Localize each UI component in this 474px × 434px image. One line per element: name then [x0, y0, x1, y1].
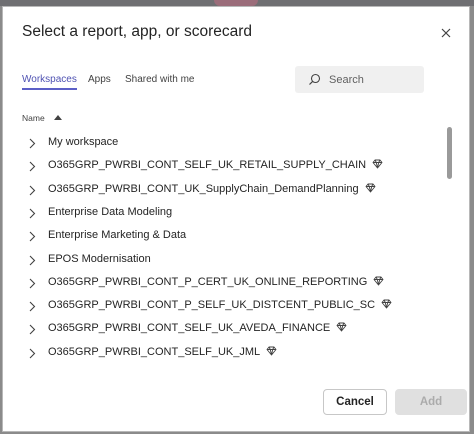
workspace-row[interactable]: O365GRP_PWRBI_CONT_P_SELF_UK_DISTCENT_PU… — [3, 295, 443, 318]
workspace-row-label: O365GRP_PWRBI_CONT_SELF_UK_AVEDA_FINANCE — [48, 322, 347, 334]
workspace-name: O365GRP_PWRBI_CONT_P_CERT_UK_ONLINE_REPO… — [48, 275, 368, 288]
chevron-right-icon[interactable] — [28, 185, 36, 196]
chevron-right-icon[interactable] — [28, 161, 36, 172]
workspace-name: Enterprise Marketing & Data — [48, 229, 187, 242]
workspace-row-label: O365GRP_PWRBI_CONT_P_SELF_UK_DISTCENT_PU… — [48, 299, 392, 311]
workspace-row-label: O365GRP_PWRBI_CONT_UK_SupplyChain_Demand… — [48, 183, 376, 195]
premium-diamond-icon — [372, 159, 383, 169]
workspace-name: O365GRP_PWRBI_CONT_P_SELF_UK_DISTCENT_PU… — [48, 299, 376, 312]
workspace-row-label: Enterprise Data Modeling — [48, 206, 172, 218]
workspace-name: O365GRP_PWRBI_CONT_UK_SupplyChain_Demand… — [48, 182, 359, 195]
chevron-right-icon[interactable] — [28, 255, 36, 266]
select-content-dialog: Select a report, app, or scorecard Works… — [2, 6, 470, 432]
workspace-name: O365GRP_PWRBI_CONT_SELF_UK_RETAIL_SUPPLY… — [48, 159, 367, 172]
name-column-header[interactable]: Name — [22, 113, 63, 123]
workspace-row-label: O365GRP_PWRBI_CONT_SELF_UK_JML — [48, 346, 277, 358]
chevron-right-icon[interactable] — [28, 231, 36, 242]
dialog-title: Select a report, app, or scorecard — [22, 23, 253, 40]
close-icon — [441, 28, 451, 38]
tab-workspaces[interactable]: Workspaces — [22, 74, 77, 90]
chevron-right-icon[interactable] — [28, 278, 36, 289]
workspace-row[interactable]: EPOS Modernisation — [3, 249, 443, 272]
workspace-row[interactable]: Enterprise Marketing & Data — [3, 225, 443, 248]
workspace-row[interactable]: O365GRP_PWRBI_CONT_SELF_UK_JML — [3, 342, 443, 365]
sort-ascending-icon — [54, 115, 63, 120]
workspace-row[interactable]: O365GRP_PWRBI_CONT_SELF_UK_AVEDA_FINANCE — [3, 318, 443, 341]
workspace-row[interactable]: O365GRP_PWRBI_CONT_SELF_UK_RETAIL_SUPPLY… — [3, 155, 443, 178]
search-box[interactable] — [295, 66, 424, 93]
search-input[interactable] — [329, 70, 419, 89]
chevron-right-icon[interactable] — [28, 301, 36, 312]
tab-shared-with-me[interactable]: Shared with me — [125, 74, 194, 85]
workspace-list: My workspace O365GRP_PWRBI_CONT_SELF_UK_R… — [3, 125, 443, 365]
workspace-name: O365GRP_PWRBI_CONT_SELF_UK_JML — [48, 345, 261, 358]
premium-diamond-icon — [365, 183, 376, 193]
chevron-right-icon[interactable] — [28, 208, 36, 219]
workspace-name: My workspace — [48, 136, 119, 148]
chevron-right-icon[interactable] — [28, 348, 36, 359]
chevron-right-icon[interactable] — [28, 324, 36, 335]
add-button[interactable]: Add — [395, 389, 467, 415]
workspace-row-label: My workspace — [48, 136, 118, 148]
workspace-row-label: Enterprise Marketing & Data — [48, 229, 186, 241]
tab-apps[interactable]: Apps — [88, 74, 111, 85]
workspace-row[interactable]: O365GRP_PWRBI_CONT_P_CERT_UK_ONLINE_REPO… — [3, 272, 443, 295]
list-scrollbar[interactable] — [447, 127, 452, 365]
chevron-right-icon[interactable] — [28, 138, 36, 149]
search-icon — [309, 73, 321, 85]
cancel-button[interactable]: Cancel — [323, 389, 387, 415]
workspace-row[interactable]: My workspace — [3, 132, 443, 155]
workspace-row-label: O365GRP_PWRBI_CONT_SELF_UK_RETAIL_SUPPLY… — [48, 159, 383, 171]
workspace-name: EPOS Modernisation — [48, 252, 151, 265]
column-header-label: Name — [22, 113, 45, 123]
workspace-row[interactable]: Enterprise Data Modeling — [3, 202, 443, 225]
premium-diamond-icon — [381, 299, 392, 309]
workspace-row-label: O365GRP_PWRBI_CONT_P_CERT_UK_ONLINE_REPO… — [48, 276, 384, 288]
workspace-row[interactable]: O365GRP_PWRBI_CONT_UK_SupplyChain_Demand… — [3, 179, 443, 202]
premium-diamond-icon — [336, 322, 347, 332]
workspace-row-label: EPOS Modernisation — [48, 253, 151, 265]
premium-diamond-icon — [373, 276, 384, 286]
workspace-name: O365GRP_PWRBI_CONT_SELF_UK_AVEDA_FINANCE — [48, 322, 331, 335]
workspace-name: Enterprise Data Modeling — [48, 205, 173, 218]
close-button[interactable] — [437, 24, 455, 42]
premium-diamond-icon — [266, 346, 277, 356]
scrollbar-thumb[interactable] — [447, 127, 452, 179]
